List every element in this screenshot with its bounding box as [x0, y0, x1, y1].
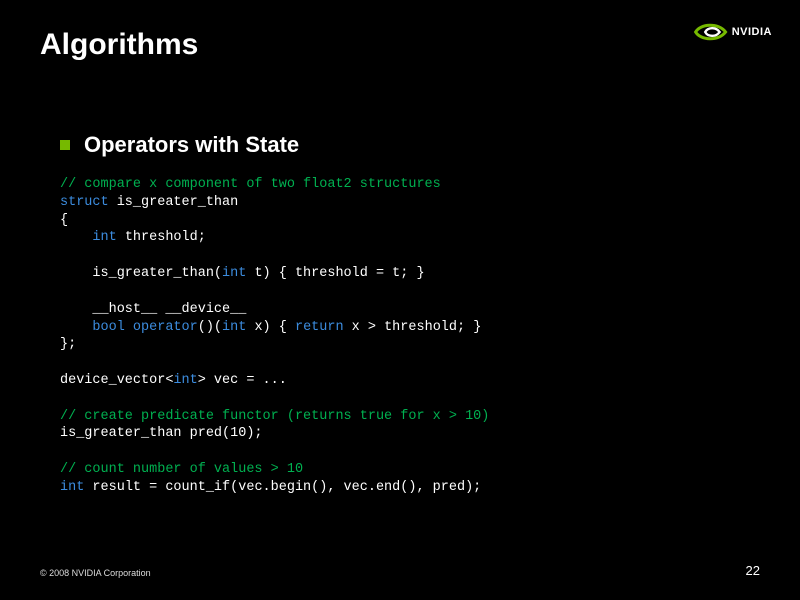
code-line: is_greater_than pred(10);: [60, 426, 263, 441]
code-token: [125, 320, 133, 335]
code-line: // count number of values > 10: [60, 462, 303, 477]
page-number: 22: [746, 563, 760, 578]
code-token: > vec = ...: [198, 373, 287, 388]
code-token: int: [222, 320, 246, 335]
code-token: is_greater_than: [109, 195, 239, 210]
bullet-icon: [60, 140, 70, 150]
code-line: };: [60, 337, 76, 352]
slide-title: Algorithms: [40, 28, 760, 62]
slide: Algorithms NVIDIA Operators with State /…: [0, 0, 800, 600]
code-line: {: [60, 213, 68, 228]
code-line: __host__ __device__: [60, 302, 246, 317]
code-block: // compare x component of two float2 str…: [60, 176, 760, 497]
code-token: int: [92, 230, 116, 245]
subtitle-row: Operators with State: [60, 132, 760, 158]
code-token: result = count_if(vec.begin(), vec.end()…: [84, 480, 481, 495]
code-token: operator: [133, 320, 198, 335]
code-line: // compare x component of two float2 str…: [60, 177, 441, 192]
nvidia-logo-text: NVIDIA: [732, 26, 772, 38]
code-token: x > threshold; }: [344, 320, 482, 335]
code-token: [60, 230, 92, 245]
code-token: struct: [60, 195, 109, 210]
nvidia-eye-icon: [692, 18, 728, 46]
code-token: device_vector<: [60, 373, 173, 388]
code-token: bool: [92, 320, 124, 335]
code-token: return: [295, 320, 344, 335]
nvidia-logo: NVIDIA: [692, 18, 772, 46]
code-token: threshold;: [117, 230, 206, 245]
code-token: int: [173, 373, 197, 388]
code-token: [60, 320, 92, 335]
copyright-footer: © 2008 NVIDIA Corporation: [40, 568, 151, 578]
code-token: is_greater_than(: [60, 266, 222, 281]
code-token: t) { threshold = t; }: [246, 266, 424, 281]
code-token: int: [60, 480, 84, 495]
code-token: ()(: [198, 320, 222, 335]
code-line: // create predicate functor (returns tru…: [60, 409, 489, 424]
code-token: int: [222, 266, 246, 281]
code-token: x) {: [246, 320, 295, 335]
subtitle: Operators with State: [84, 132, 299, 158]
